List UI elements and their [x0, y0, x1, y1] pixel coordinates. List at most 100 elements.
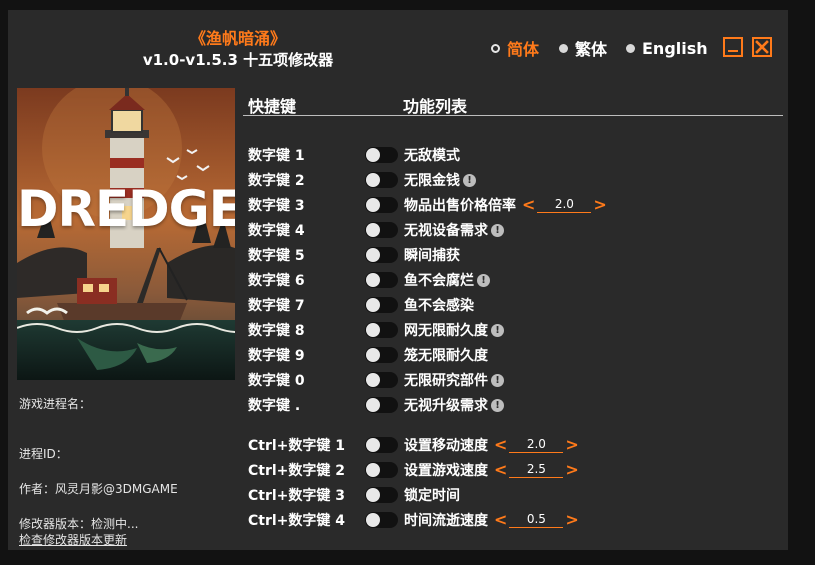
cheat-label: 时间流逝速度<>	[404, 510, 579, 530]
value-stepper: <>	[494, 462, 579, 478]
cheat-row: Ctrl+数字键 1 设置移动速度 < >	[8, 433, 788, 458]
decrease-arrow-icon[interactable]: <	[494, 512, 507, 528]
cheat-row: Ctrl+数字键 4时间流逝速度<>	[8, 508, 788, 533]
game-title: 《渔帆暗涌》	[189, 29, 286, 48]
lang-option-english[interactable]: English	[626, 38, 708, 58]
warning-icon[interactable]: !	[477, 273, 490, 287]
cheat-label: 无视设备需求!	[404, 220, 504, 240]
cheat-label: 笼无限耐久度	[404, 345, 488, 365]
hotkey-label: Ctrl+数字键 1	[248, 438, 346, 454]
minimize-button[interactable]	[723, 37, 743, 57]
header-divider	[243, 115, 783, 116]
warning-icon[interactable]: !	[491, 373, 504, 387]
radio-icon	[626, 43, 635, 53]
hotkey-header: 快捷键	[248, 97, 297, 116]
hotkey-label: 数字键 .	[248, 398, 301, 414]
cheat-label-text: 无敌模式	[404, 148, 460, 164]
cheat-toggle[interactable]	[365, 272, 398, 288]
close-button[interactable]	[752, 37, 772, 57]
cheat-toggle[interactable]	[365, 512, 398, 528]
cheat-row: 数字键 0 无限研究部件!	[8, 368, 788, 393]
hotkey-label: 数字键 4	[248, 223, 305, 239]
cheat-toggle[interactable]	[365, 347, 398, 363]
decrease-arrow-icon[interactable]: <	[494, 462, 507, 478]
hotkey-label: 数字键 0	[248, 373, 305, 389]
hotkey-label: 数字键 6	[248, 273, 305, 289]
cheat-label-text: 无限金钱	[404, 173, 460, 189]
value-input[interactable]	[537, 197, 592, 213]
cheat-toggle[interactable]	[365, 372, 398, 388]
cheat-label-text: 鱼不会感染	[404, 298, 474, 314]
cheat-toggle[interactable]	[365, 397, 398, 413]
cheat-label: 锁定时间	[404, 485, 460, 505]
hotkey-label: 数字键 1	[248, 148, 305, 164]
cheat-label-text: 瞬间捕获	[404, 248, 460, 264]
hotkey-label: 数字键 2	[248, 173, 305, 189]
lang-option-simplified[interactable]: 简体	[491, 38, 540, 59]
cheat-toggle[interactable]	[365, 222, 398, 238]
cheat-toggle[interactable]	[365, 487, 398, 503]
lang-label: English	[642, 38, 708, 58]
warning-icon[interactable]: !	[491, 398, 504, 412]
decrease-arrow-icon[interactable]: <	[522, 197, 535, 213]
value-input[interactable]	[509, 512, 564, 528]
lang-label: 简体	[507, 40, 540, 59]
cheat-label-text: 网无限耐久度	[404, 323, 488, 339]
warning-icon[interactable]: !	[491, 323, 504, 337]
radio-icon	[559, 43, 568, 53]
warning-icon[interactable]: !	[491, 223, 504, 237]
cheat-label-text: 设置游戏速度	[404, 463, 488, 479]
cheat-label: 网无限耐久度!	[404, 320, 504, 340]
value-stepper: <>	[522, 197, 607, 213]
cheat-label-text: 鱼不会腐烂	[404, 273, 474, 289]
cheat-toggle[interactable]	[365, 462, 398, 478]
trainer-window: 《渔帆暗涌》 v1.0-v1.5.3 十五项修改器 简体 繁体 English	[8, 10, 788, 550]
cheat-row: 数字键 6 鱼不会腐烂!	[8, 268, 788, 293]
cheat-label: 瞬间捕获	[404, 245, 460, 265]
cheat-toggle[interactable]	[365, 147, 398, 163]
cheat-toggle[interactable]	[365, 322, 398, 338]
hotkey-label: Ctrl+数字键 2	[248, 463, 346, 479]
hotkey-label: 数字键 5	[248, 248, 305, 264]
check-update-link[interactable]: 检查修改器版本更新	[19, 531, 127, 548]
radio-selected-icon	[491, 43, 500, 53]
cheat-label: 设置游戏速度<>	[404, 460, 579, 480]
cheat-label: 无限研究部件!	[404, 370, 504, 390]
decrease-arrow-icon[interactable]: <	[494, 437, 507, 453]
cheat-toggle[interactable]	[365, 197, 398, 213]
cheat-toggle[interactable]	[365, 172, 398, 188]
hotkey-label: 数字键 9	[248, 348, 305, 364]
cheat-row: 数字键 3物品出售价格倍率<>	[8, 193, 788, 218]
cheat-row: 数字键 5 瞬间捕获	[8, 243, 788, 268]
cheat-label-text: 时间流逝速度	[404, 513, 488, 529]
increase-arrow-icon[interactable]: >	[565, 462, 578, 478]
value-input[interactable]	[509, 437, 564, 453]
cheat-label: 鱼不会腐烂!	[404, 270, 490, 290]
increase-arrow-icon[interactable]: >	[565, 437, 578, 453]
cheat-toggle[interactable]	[365, 247, 398, 263]
cheat-row: 数字键 8 网无限耐久度!	[8, 318, 788, 343]
cheat-label: 设置移动速度 < >	[404, 435, 579, 455]
hotkey-label: 数字键 3	[248, 198, 305, 214]
cheat-label-text: 无视升级需求	[404, 398, 488, 414]
cheat-label: 无视升级需求!	[404, 395, 504, 415]
cheat-row: 数字键 . 无视升级需求!	[8, 393, 788, 418]
cheat-row: 数字键 9 笼无限耐久度	[8, 343, 788, 368]
value-input[interactable]	[509, 462, 564, 478]
value-stepper: <>	[494, 512, 579, 528]
cheat-row: 数字键 4 无视设备需求!	[8, 218, 788, 243]
increase-arrow-icon[interactable]: >	[593, 197, 606, 213]
cheat-toggle[interactable]	[365, 297, 398, 313]
warning-icon[interactable]: !	[463, 173, 476, 187]
cheat-label-text: 无视设备需求	[404, 223, 488, 239]
cheat-label: 无限金钱!	[404, 170, 476, 190]
hotkey-label: 数字键 7	[248, 298, 305, 314]
increase-arrow-icon[interactable]: >	[565, 512, 578, 528]
cheat-toggle[interactable]	[365, 437, 398, 453]
close-icon	[755, 40, 769, 54]
lang-option-traditional[interactable]: 繁体	[559, 38, 607, 59]
cheat-label-text: 锁定时间	[404, 488, 460, 504]
function-list-header: 功能列表	[403, 97, 468, 116]
cheat-label-text: 设置移动速度	[404, 438, 488, 454]
hotkey-label: Ctrl+数字键 3	[248, 488, 346, 504]
